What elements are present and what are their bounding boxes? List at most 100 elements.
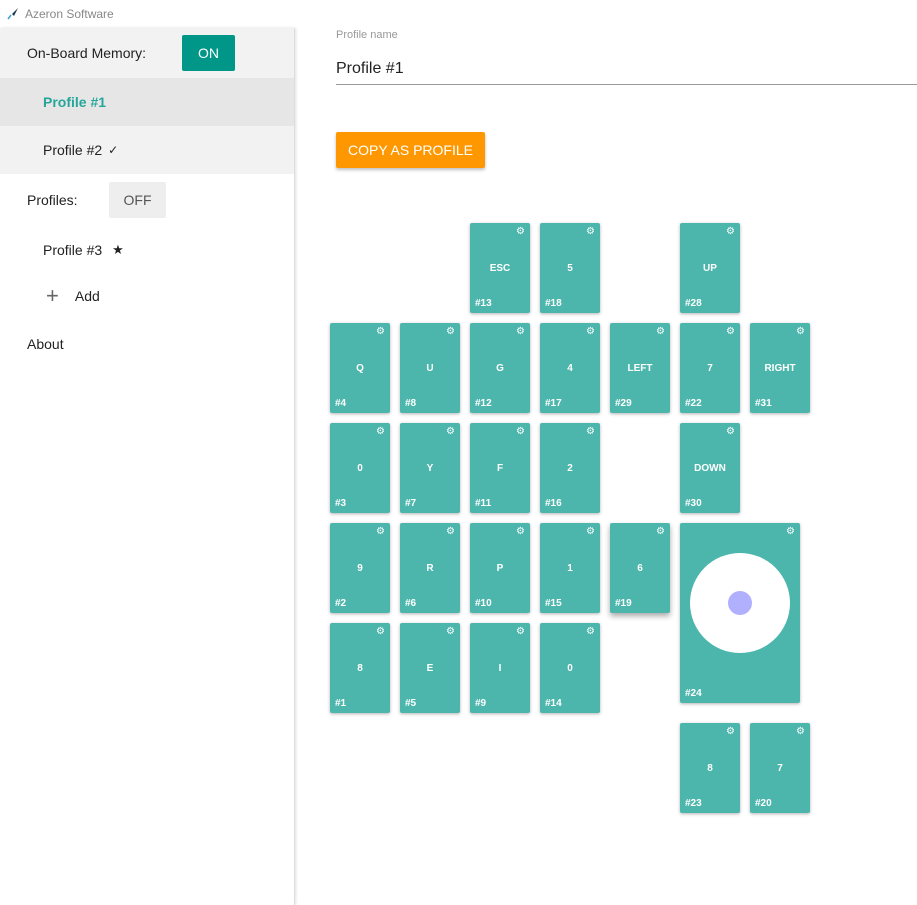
key-button[interactable]: ⚙ 2 #16 (540, 423, 600, 513)
gear-icon[interactable]: ⚙ (586, 226, 595, 237)
profile-label: Profile #1 (43, 94, 107, 110)
key-number: #16 (545, 498, 562, 509)
key-button[interactable]: ⚙ LEFT #29 (610, 323, 670, 413)
key-button[interactable]: ⚙ 0 #3 (330, 423, 390, 513)
key-label: DOWN (694, 463, 726, 474)
key-button[interactable]: ⚙ Q #4 (330, 323, 390, 413)
gear-icon[interactable]: ⚙ (516, 526, 525, 537)
gear-icon[interactable]: ⚙ (796, 326, 805, 337)
sidebar-item-about[interactable]: About (0, 318, 294, 370)
key-button[interactable]: ⚙ R #6 (400, 523, 460, 613)
gear-icon[interactable]: ⚙ (376, 426, 385, 437)
onboard-memory-row: On-Board Memory: ON (0, 28, 294, 78)
profiles-row: Profiles: OFF (0, 174, 294, 226)
key-button[interactable]: ⚙ ESC #13 (470, 223, 530, 313)
key-number: #11 (475, 498, 492, 509)
key-button[interactable]: ⚙ G #12 (470, 323, 530, 413)
key-number: #15 (545, 598, 562, 609)
gear-icon[interactable]: ⚙ (376, 526, 385, 537)
key-label: R (426, 563, 434, 574)
key-number: #9 (475, 698, 487, 709)
key-label: 7 (777, 763, 783, 774)
gear-icon[interactable]: ⚙ (656, 526, 665, 537)
gear-icon[interactable]: ⚙ (446, 326, 455, 337)
key-label: 4 (567, 363, 573, 374)
gear-icon[interactable]: ⚙ (586, 426, 595, 437)
key-button[interactable]: ⚙ F #11 (470, 423, 530, 513)
key-button[interactable]: ⚙ 4 #17 (540, 323, 600, 413)
joystick-button[interactable]: ⚙ #24 (680, 523, 800, 703)
key-button[interactable]: ⚙ Y #7 (400, 423, 460, 513)
profile-name-input[interactable] (336, 53, 917, 85)
gear-icon[interactable]: ⚙ (516, 326, 525, 337)
main-panel: Profile name (336, 28, 917, 85)
gear-icon[interactable]: ⚙ (726, 326, 735, 337)
key-label: 8 (707, 763, 713, 774)
gear-icon[interactable]: ⚙ (786, 526, 795, 537)
key-label: F (496, 463, 504, 474)
star-icon: ★ (112, 242, 124, 257)
gear-icon[interactable]: ⚙ (586, 626, 595, 637)
sidebar-item-profile-3[interactable]: Profile #3 ★ (0, 226, 294, 274)
key-button[interactable]: ⚙ U #8 (400, 323, 460, 413)
copy-as-profile-button[interactable]: COPY AS PROFILE (336, 132, 485, 168)
key-button[interactable]: ⚙ DOWN #30 (680, 423, 740, 513)
key-button[interactable]: ⚙ 1 #15 (540, 523, 600, 613)
gear-icon[interactable]: ⚙ (726, 426, 735, 437)
key-label: 5 (567, 263, 573, 274)
key-button[interactable]: ⚙ E #5 (400, 623, 460, 713)
key-label: UP (703, 263, 717, 274)
key-number: #5 (405, 698, 417, 709)
key-label: RIGHT (764, 363, 796, 374)
key-number: #12 (475, 398, 492, 409)
gear-icon[interactable]: ⚙ (516, 426, 525, 437)
key-button[interactable]: ⚙ 6 #19 (610, 523, 670, 613)
gear-icon[interactable]: ⚙ (446, 426, 455, 437)
add-label: Add (74, 288, 100, 304)
add-profile-button[interactable]: + Add (0, 274, 294, 318)
key-number: #28 (685, 298, 702, 309)
key-button[interactable]: ⚙ 8 #23 (680, 723, 740, 813)
sidebar-item-profile-1[interactable]: Profile #1 (0, 78, 294, 126)
gear-icon[interactable]: ⚙ (516, 226, 525, 237)
key-label: 7 (707, 363, 713, 374)
key-button[interactable]: ⚙ 7 #20 (750, 723, 810, 813)
key-button[interactable]: ⚙ 8 #1 (330, 623, 390, 713)
key-button[interactable]: ⚙ 0 #14 (540, 623, 600, 713)
gear-icon[interactable]: ⚙ (376, 626, 385, 637)
gear-icon[interactable]: ⚙ (586, 526, 595, 537)
key-button[interactable]: ⚙ RIGHT #31 (750, 323, 810, 413)
profiles-toggle[interactable]: OFF (109, 182, 166, 218)
key-number: #2 (335, 598, 347, 609)
onboard-memory-label: On-Board Memory: (27, 45, 147, 61)
gear-icon[interactable]: ⚙ (446, 526, 455, 537)
key-number: #23 (685, 798, 702, 809)
key-button[interactable]: ⚙ UP #28 (680, 223, 740, 313)
key-button[interactable]: ⚙ 9 #2 (330, 523, 390, 613)
joystick-thumb (728, 591, 752, 615)
key-button[interactable]: ⚙ 5 #18 (540, 223, 600, 313)
key-button[interactable]: ⚙ 7 #22 (680, 323, 740, 413)
profile-label: Profile #3 (43, 242, 103, 258)
gear-icon[interactable]: ⚙ (726, 226, 735, 237)
sidebar-item-profile-2[interactable]: Profile #2 ✓ (0, 126, 294, 174)
gear-icon[interactable]: ⚙ (446, 626, 455, 637)
profile-name-label: Profile name (336, 29, 398, 41)
key-label: 9 (357, 563, 363, 574)
gear-icon[interactable]: ⚙ (796, 726, 805, 737)
gear-icon[interactable]: ⚙ (726, 726, 735, 737)
key-label: P (496, 563, 504, 574)
key-label: U (426, 363, 434, 374)
gear-icon[interactable]: ⚙ (586, 326, 595, 337)
gear-icon[interactable]: ⚙ (656, 326, 665, 337)
azeron-logo-icon (6, 8, 18, 20)
key-button[interactable]: ⚙ I #9 (470, 623, 530, 713)
gear-icon[interactable]: ⚙ (516, 626, 525, 637)
key-button[interactable]: ⚙ P #10 (470, 523, 530, 613)
joystick-pad (690, 553, 790, 653)
gear-icon[interactable]: ⚙ (376, 326, 385, 337)
onboard-memory-toggle[interactable]: ON (182, 35, 235, 71)
key-number: #17 (545, 398, 562, 409)
key-number: #14 (545, 698, 562, 709)
profiles-label: Profiles: (27, 192, 78, 208)
